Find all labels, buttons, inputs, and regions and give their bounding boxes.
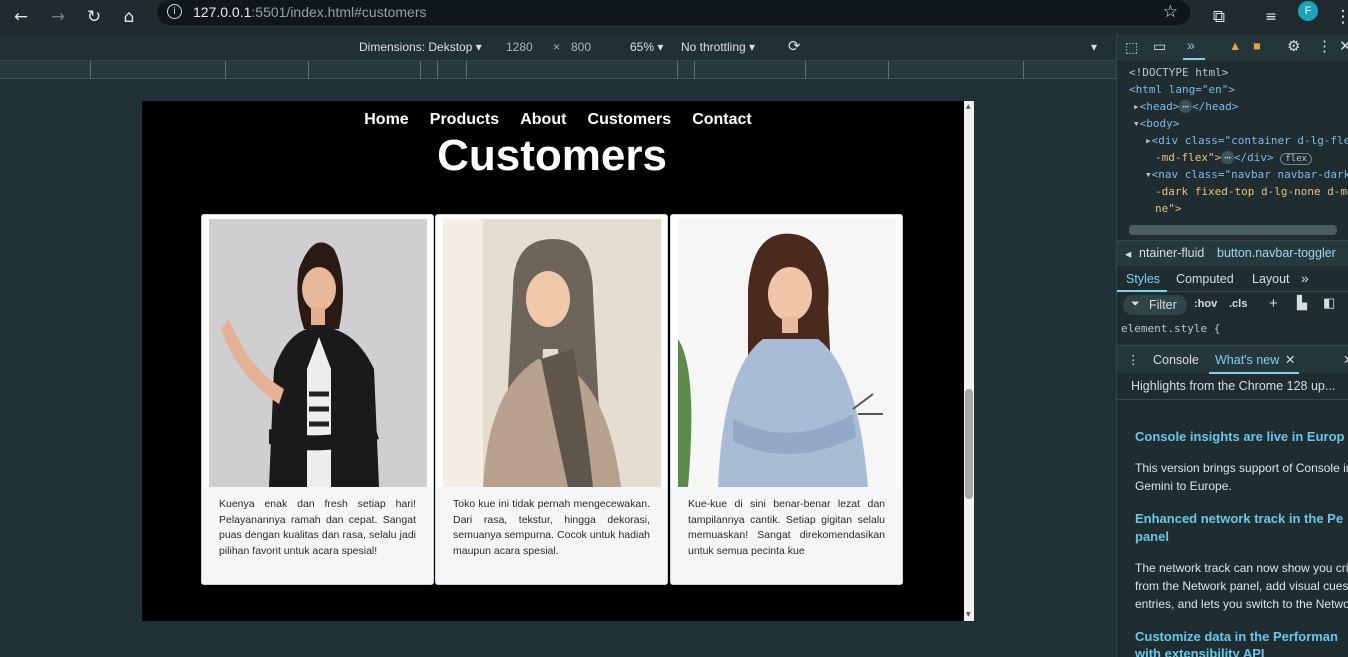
testimonial-card: Kue-kue di sini benar-benar lezat dan ta… (670, 214, 903, 585)
extensions-icon[interactable]: ⧉ (1206, 4, 1232, 30)
whats-new-body: This version brings support of Console i… (1135, 461, 1348, 475)
breadcrumb-item[interactable]: button.navbar-toggler (1217, 246, 1336, 260)
nav-link-customers[interactable]: Customers (588, 111, 672, 129)
dom-node[interactable]: -md-flex"> ⋯ </div> flex (1155, 151, 1312, 165)
dom-node[interactable]: -dark fixed-top d-lg-none d-md (1155, 185, 1348, 198)
whats-new-title[interactable]: Console insights are live in Europ (1135, 429, 1345, 444)
forward-icon[interactable]: → (45, 4, 71, 30)
dom-node[interactable]: <html lang="en"> (1129, 83, 1235, 96)
add-rule-icon[interactable]: + (1269, 295, 1278, 312)
whats-new-body: The network track can now show you crit (1135, 561, 1348, 575)
page-scrollbar[interactable]: ▲ ▼ (964, 101, 974, 621)
devtools-tabbar: ⬚ ▭ » ▲ ■ ⚙ ⋮ ✕ (1116, 34, 1348, 61)
inspect-icon[interactable]: ⬚ (1125, 39, 1138, 56)
menu-icon[interactable]: ⋮ (1330, 4, 1348, 30)
nav-link-products[interactable]: Products (430, 111, 499, 129)
drawer-menu-icon[interactable]: ⋮ (1127, 352, 1140, 367)
dom-node[interactable]: ▸<head> ⋯ </head> (1133, 100, 1238, 113)
testimonial-text: Toko kue ini tidak pernah mengecewakan. … (436, 487, 667, 584)
nav-link-about[interactable]: About (520, 111, 566, 129)
styles-tabbar: Styles Computed Layout » (1117, 266, 1348, 292)
more-tabs-icon[interactable]: » (1301, 270, 1309, 286)
devtools-panel: <!DOCTYPE html> <html lang="en"> ▸<head>… (1116, 61, 1348, 657)
dimensions-dropdown[interactable]: Dimensions: Dekstop ▾ (359, 40, 482, 54)
issues-icon[interactable]: ■ (1253, 39, 1261, 53)
customer-photo (443, 219, 661, 487)
drawer-tabbar: ⋮ Console What's new ✕ ✕ (1117, 345, 1348, 374)
scroll-down-icon[interactable]: ▼ (966, 611, 971, 618)
testimonial-card: Toko kue ini tidak pernah mengecewakan. … (435, 214, 668, 585)
tab-styles[interactable]: Styles (1126, 272, 1160, 286)
breadcrumb-left-icon[interactable]: ◂ (1125, 246, 1131, 261)
paint-icon[interactable]: ▙ (1297, 295, 1307, 311)
styles-filter-input[interactable]: ⏷ Filter (1123, 295, 1187, 315)
browser-toolbar: ← → ↻ ⌂ i 127.0.0.1:5501/index.html#cust… (0, 0, 1348, 34)
dom-node[interactable]: ▾<body> (1133, 117, 1179, 130)
tab-whats-new[interactable]: What's new (1215, 353, 1279, 367)
tab-computed[interactable]: Computed (1176, 272, 1234, 286)
device-mode-icon[interactable]: ▭ (1153, 38, 1166, 55)
customer-photo (209, 219, 427, 487)
address-bar[interactable]: i 127.0.0.1:5501/index.html#customers ☆ (157, 0, 1190, 25)
media-query-ruler (0, 61, 1116, 79)
home-icon[interactable]: ⌂ (116, 4, 142, 30)
whats-new-title[interactable]: Customize data in the Performan (1135, 629, 1338, 644)
more-options-icon[interactable]: ▾ (1091, 40, 1097, 54)
testimonial-text: Kuenya enak dan fresh setiap hari! Pelay… (202, 487, 433, 584)
times-sign: × (553, 40, 561, 54)
breadcrumb-item[interactable]: ntainer-fluid (1139, 246, 1204, 260)
settings-gear-icon[interactable]: ⚙ (1287, 37, 1300, 55)
bookmark-star-icon[interactable]: ☆ (1163, 2, 1178, 22)
cls-toggle[interactable]: .cls (1229, 298, 1247, 310)
dom-node[interactable]: <!DOCTYPE html> (1129, 66, 1228, 79)
more-panels-icon[interactable]: » (1187, 37, 1195, 53)
reload-icon[interactable]: ↻ (81, 4, 107, 30)
breadcrumb: ◂ ntainer-fluid button.navbar-toggler (1117, 240, 1348, 266)
close-tab-icon[interactable]: ✕ (1285, 352, 1295, 367)
filter-icon: ⏷ (1131, 298, 1140, 310)
whats-new-body: from the Network panel, add visual cues (1135, 579, 1348, 593)
whats-new-title[interactable]: panel (1135, 529, 1169, 544)
media-icon[interactable]: ≡ (1258, 4, 1284, 30)
rotate-icon[interactable]: ⟳ (788, 37, 801, 55)
dom-node[interactable]: ne"> (1155, 202, 1182, 215)
close-drawer-icon[interactable]: ✕ (1343, 352, 1348, 367)
element-style-rule[interactable]: element.style { (1121, 322, 1220, 335)
profile-avatar[interactable]: F (1298, 1, 1318, 21)
warning-icon[interactable]: ▲ (1229, 39, 1241, 53)
whats-new-body: entries, and lets you switch to the Netw… (1135, 597, 1348, 611)
whats-new-title[interactable]: with extensibility API (1135, 646, 1265, 657)
sidebar-toggle-icon[interactable]: ◧ (1323, 295, 1335, 311)
dom-node[interactable]: ▾<nav class="navbar navbar-dark (1145, 168, 1348, 181)
throttling-dropdown[interactable]: No throttling ▾ (681, 40, 755, 54)
hov-toggle[interactable]: :hov (1194, 298, 1217, 310)
filter-label: Filter (1149, 298, 1177, 312)
site-info-icon[interactable]: i (167, 4, 182, 19)
nav-link-contact[interactable]: Contact (692, 111, 752, 129)
testimonial-card: Kuenya enak dan fresh setiap hari! Pelay… (201, 214, 434, 585)
height-input[interactable]: 800 (571, 40, 591, 54)
scrollbar-thumb[interactable] (965, 389, 973, 499)
device-toolbar: Dimensions: Dekstop ▾ 1280 × 800 65% ▾ N… (0, 34, 1116, 61)
dom-node[interactable]: ▸<div class="container d-lg-fle (1145, 134, 1348, 147)
url-text[interactable]: 127.0.0.1:5501/index.html#customers (193, 4, 426, 20)
close-devtools-icon[interactable]: ✕ (1339, 37, 1348, 55)
elements-hscrollbar[interactable] (1129, 225, 1337, 235)
scroll-up-icon[interactable]: ▲ (966, 103, 971, 110)
width-input[interactable]: 1280 (506, 40, 533, 54)
whats-new-body: Gemini to Europe. (1135, 479, 1232, 493)
page-viewport: Home Products About Customers Contact Cu… (142, 101, 974, 621)
highlights-link[interactable]: Highlights from the Chrome 128 up... (1131, 379, 1335, 393)
nav-link-home[interactable]: Home (364, 111, 408, 129)
section-heading: Customers (437, 131, 667, 180)
zoom-dropdown[interactable]: 65% ▾ (630, 40, 663, 54)
tab-layout[interactable]: Layout (1252, 272, 1290, 286)
whats-new-title[interactable]: Enhanced network track in the Pe (1135, 511, 1343, 526)
customer-photo (678, 219, 896, 487)
back-icon[interactable]: ← (8, 4, 34, 30)
site-navbar: Home Products About Customers Contact (142, 109, 974, 129)
devtools-menu-icon[interactable]: ⋮ (1317, 37, 1332, 55)
testimonial-text: Kue-kue di sini benar-benar lezat dan ta… (671, 487, 902, 584)
tab-console[interactable]: Console (1153, 353, 1199, 367)
